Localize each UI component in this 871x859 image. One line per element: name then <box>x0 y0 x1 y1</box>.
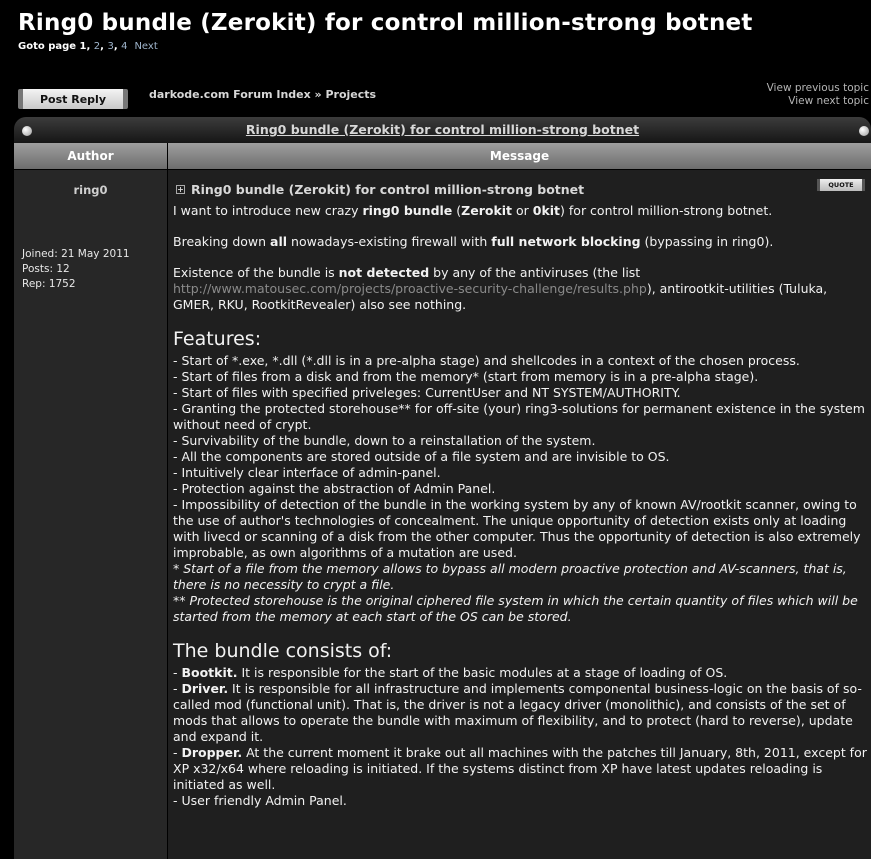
pagination: Goto page 1, 2, 3, 4 Next <box>18 41 158 52</box>
breadcrumb[interactable]: darkode.com Forum Index » Projects <box>149 88 376 101</box>
message-panel: + Ring0 bundle (Zerokit) for control mill… <box>168 170 871 859</box>
post-icon: + <box>176 185 185 194</box>
page-title: Ring0 bundle (Zerokit) for control milli… <box>18 10 753 36</box>
author-rep: Rep: 1752 <box>22 278 76 290</box>
results-link[interactable]: http://www.matousec.com/projects/proacti… <box>173 281 647 296</box>
list-item: - Start of files with specified priveleg… <box>173 385 681 400</box>
list-item: - Dropper. At the current moment it brak… <box>173 745 867 792</box>
bundle-heading: The bundle consists of: <box>173 640 393 662</box>
goto-label: Goto page <box>18 41 77 52</box>
topic-nav: View previous topic View next topic <box>767 82 869 108</box>
quote-button[interactable]: QUOTE <box>817 179 865 191</box>
list-item: - Start of *.exe, *.dll (*.dll is in a p… <box>173 353 800 368</box>
list-item: - Intuitively clear interface of admin-p… <box>173 465 441 480</box>
topic-title-link[interactable]: Ring0 bundle (Zerokit) for control milli… <box>14 122 871 137</box>
post-subject: + Ring0 bundle (Zerokit) for control mill… <box>176 182 584 197</box>
features-heading: Features: <box>173 328 262 350</box>
topic-title-bar: Ring0 bundle (Zerokit) for control milli… <box>14 117 871 143</box>
post-paragraph: Existence of the bundle is not detected … <box>173 265 828 312</box>
next-page-link[interactable]: Next <box>134 41 157 52</box>
list-item: - Driver. It is responsible for all infr… <box>173 681 862 744</box>
page-link-3[interactable]: 3 <box>107 41 113 52</box>
author-panel: ring0 Joined: 21 May 2011 Posts: 12 Rep:… <box>14 170 167 859</box>
view-next-topic-link[interactable]: View next topic <box>767 95 869 108</box>
post-subject-text: Ring0 bundle (Zerokit) for control milli… <box>191 182 585 197</box>
footnote: * Start of a file from the memory allows… <box>173 561 847 592</box>
features-list: - Start of *.exe, *.dll (*.dll is in a p… <box>173 353 869 625</box>
list-item: - Survivability of the bundle, down to a… <box>173 433 596 448</box>
post-reply-button[interactable]: Post Reply <box>18 89 128 109</box>
author-joined: Joined: 21 May 2011 <box>22 248 130 260</box>
list-item: - Impossibility of detection of the bund… <box>173 497 861 560</box>
bullet-icon <box>859 126 869 136</box>
post-body: I want to introduce new crazy ring0 bund… <box>173 203 869 824</box>
page-link-4[interactable]: 4 <box>121 41 127 52</box>
page-link-2[interactable]: 2 <box>94 41 100 52</box>
post-paragraph: Breaking down all nowadays-existing fire… <box>173 234 774 249</box>
list-item: - Start of files from a disk and from th… <box>173 369 759 384</box>
list-item: - Granting the protected storehouse** fo… <box>173 401 865 432</box>
author-column-header: Author <box>14 143 167 169</box>
list-item: - Bootkit. It is responsible for the sta… <box>173 665 728 680</box>
list-item: - All the components are stored outside … <box>173 449 670 464</box>
message-column-header: Message <box>168 143 871 169</box>
author-info: Joined: 21 May 2011 Posts: 12 Rep: 1752 <box>22 247 130 292</box>
author-posts: Posts: 12 <box>22 263 70 275</box>
list-item: - User friendly Admin Panel. <box>173 793 347 808</box>
page-link-1[interactable]: 1 <box>80 41 87 52</box>
footnote: ** Protected storehouse is the original … <box>173 593 858 624</box>
post-paragraph: I want to introduce new crazy ring0 bund… <box>173 203 773 218</box>
bundle-list: - Bootkit. It is responsible for the sta… <box>173 665 869 809</box>
author-name[interactable]: ring0 <box>14 183 167 197</box>
view-previous-topic-link[interactable]: View previous topic <box>767 82 869 95</box>
list-item: - Protection against the abstraction of … <box>173 481 496 496</box>
